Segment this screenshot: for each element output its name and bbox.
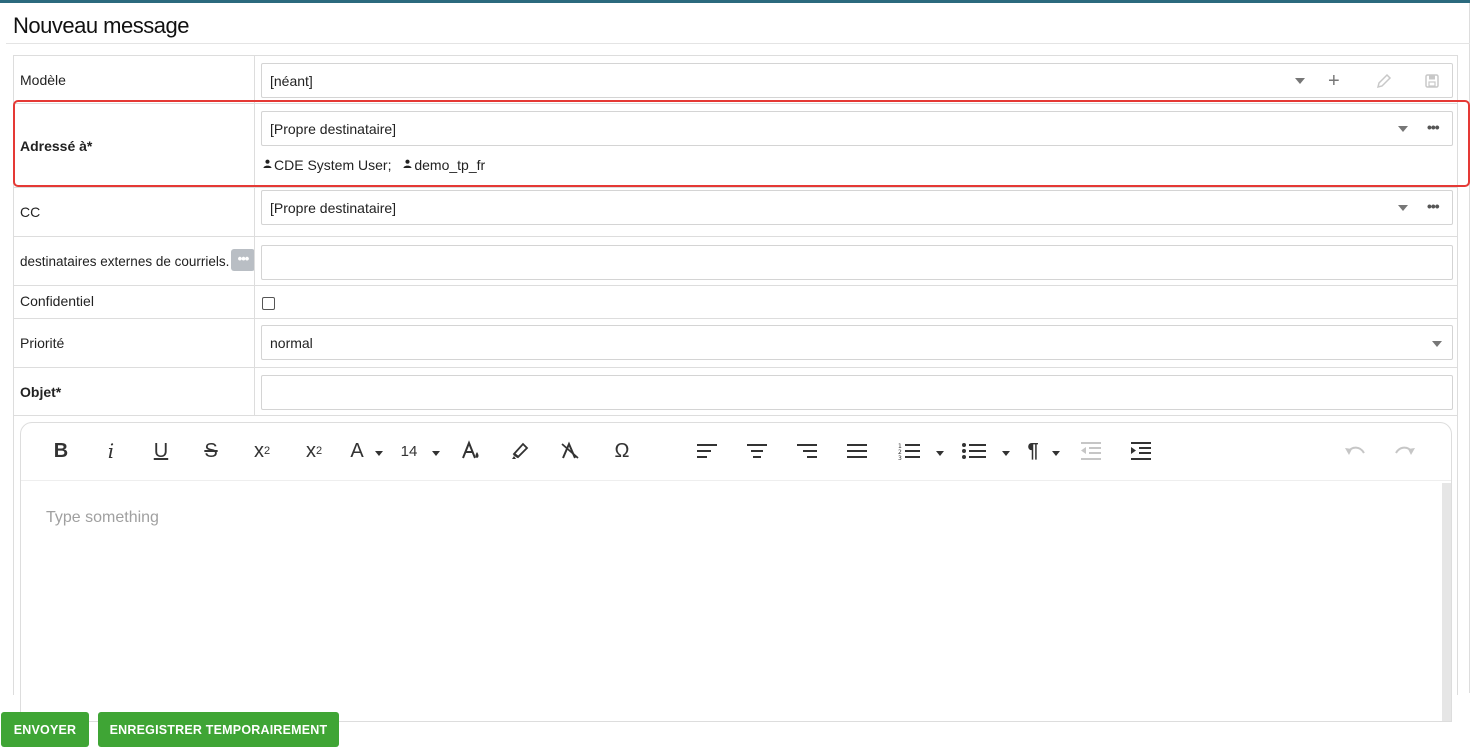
cc-select[interactable]: [Propre destinataire] •••: [261, 190, 1453, 225]
recipient-chip[interactable]: CDE System User;: [263, 157, 391, 173]
panel-border: [1469, 3, 1470, 693]
bold-button[interactable]: B: [49, 437, 73, 465]
row-adresse: Adressé à* [Propre destinataire] ••• CDE…: [14, 103, 1457, 187]
chevron-down-icon[interactable]: [1432, 341, 1442, 347]
label-confidentiel: Confidentiel: [20, 293, 94, 309]
top-accent-bar: [0, 0, 1470, 3]
rich-text-editor: B i U S x2 x2 A 14 Ω 123 ¶ Type somethin…: [20, 422, 1452, 722]
label-adresse: Adressé à*: [20, 137, 93, 154]
modele-select[interactable]: [néant] +: [261, 63, 1453, 98]
chevron-down-icon[interactable]: [1398, 205, 1408, 211]
font-size-select[interactable]: 14: [398, 437, 420, 465]
align-left-icon[interactable]: [694, 437, 720, 465]
priorite-value: normal: [270, 335, 313, 351]
chevron-down-icon[interactable]: [432, 451, 440, 456]
chevron-down-icon[interactable]: [1052, 451, 1060, 456]
editor-placeholder[interactable]: Type something: [46, 509, 159, 527]
chevron-down-icon[interactable]: [375, 451, 383, 456]
cc-value: [Propre destinataire]: [270, 200, 397, 216]
adresse-value: [Propre destinataire]: [270, 121, 397, 137]
send-button[interactable]: ENVOYER: [1, 712, 89, 747]
more-options-button[interactable]: •••: [231, 249, 255, 271]
font-color-button[interactable]: A: [347, 437, 367, 465]
svg-text:3: 3: [898, 455, 902, 460]
bullet-list-icon[interactable]: [961, 437, 987, 465]
label-cc: CC: [20, 204, 41, 220]
label-externes: destinataires externes de courriels.: [20, 253, 230, 269]
italic-button[interactable]: i: [99, 437, 123, 465]
user-icon: [263, 159, 272, 168]
save-draft-button[interactable]: ENREGISTRER TEMPORAIREMENT: [98, 712, 339, 747]
underline-button[interactable]: U: [149, 437, 173, 465]
align-justify-icon[interactable]: [844, 437, 870, 465]
confidentiel-checkbox[interactable]: [262, 297, 275, 310]
editor-toolbar: B i U S x2 x2 A 14 Ω 123 ¶: [21, 423, 1451, 481]
objet-input[interactable]: [261, 375, 1453, 410]
chevron-down-icon[interactable]: [936, 451, 944, 456]
row-modele: Modèle [néant] +: [14, 55, 1457, 103]
row-priorite: Priorité normal: [14, 318, 1457, 367]
subscript-button[interactable]: x2: [249, 437, 275, 465]
edit-icon[interactable]: [1376, 73, 1392, 92]
chevron-down-icon[interactable]: [1295, 78, 1305, 84]
row-objet: Objet*: [14, 367, 1457, 415]
clear-formatting-icon[interactable]: [558, 437, 582, 465]
text-color-icon[interactable]: [459, 437, 483, 465]
add-icon[interactable]: +: [1328, 71, 1340, 91]
page-title: Nouveau message: [13, 13, 189, 38]
title-divider: [6, 43, 1470, 44]
row-confidentiel: Confidentiel: [14, 285, 1457, 318]
modele-value: [néant]: [270, 73, 313, 89]
indent-icon[interactable]: [1128, 437, 1154, 465]
save-icon[interactable]: [1424, 73, 1440, 92]
chevron-down-icon[interactable]: [1002, 451, 1010, 456]
strikethrough-button[interactable]: S: [199, 437, 223, 465]
row-externes: destinataires externes de courriels. •••: [14, 236, 1457, 285]
align-center-icon[interactable]: [744, 437, 770, 465]
row-cc: CC [Propre destinataire] •••: [14, 187, 1457, 236]
more-options-icon[interactable]: •••: [1427, 119, 1440, 135]
label-priorite: Priorité: [20, 335, 65, 351]
align-right-icon[interactable]: [794, 437, 820, 465]
outdent-icon[interactable]: [1078, 437, 1104, 465]
adresse-select[interactable]: [Propre destinataire] •••: [261, 111, 1453, 146]
chevron-down-icon[interactable]: [1398, 126, 1408, 132]
user-icon: [403, 159, 412, 168]
recipient-chip[interactable]: demo_tp_fr: [403, 157, 485, 173]
paragraph-button[interactable]: ¶: [1023, 437, 1043, 465]
special-char-button[interactable]: Ω: [610, 437, 634, 465]
superscript-button[interactable]: x2: [301, 437, 327, 465]
label-modele: Modèle: [20, 71, 66, 88]
editor-scrollbar[interactable]: [1442, 483, 1451, 721]
undo-icon[interactable]: [1343, 437, 1367, 465]
redo-icon[interactable]: [1393, 437, 1417, 465]
priorite-select[interactable]: normal: [261, 325, 1453, 360]
externes-input[interactable]: [261, 245, 1453, 280]
label-objet: Objet*: [20, 383, 62, 400]
highlighter-icon[interactable]: [508, 437, 532, 465]
ordered-list-icon[interactable]: 123: [896, 437, 922, 465]
recipient-list: CDE System User; demo_tp_fr: [263, 157, 493, 173]
more-options-icon[interactable]: •••: [1427, 198, 1440, 214]
